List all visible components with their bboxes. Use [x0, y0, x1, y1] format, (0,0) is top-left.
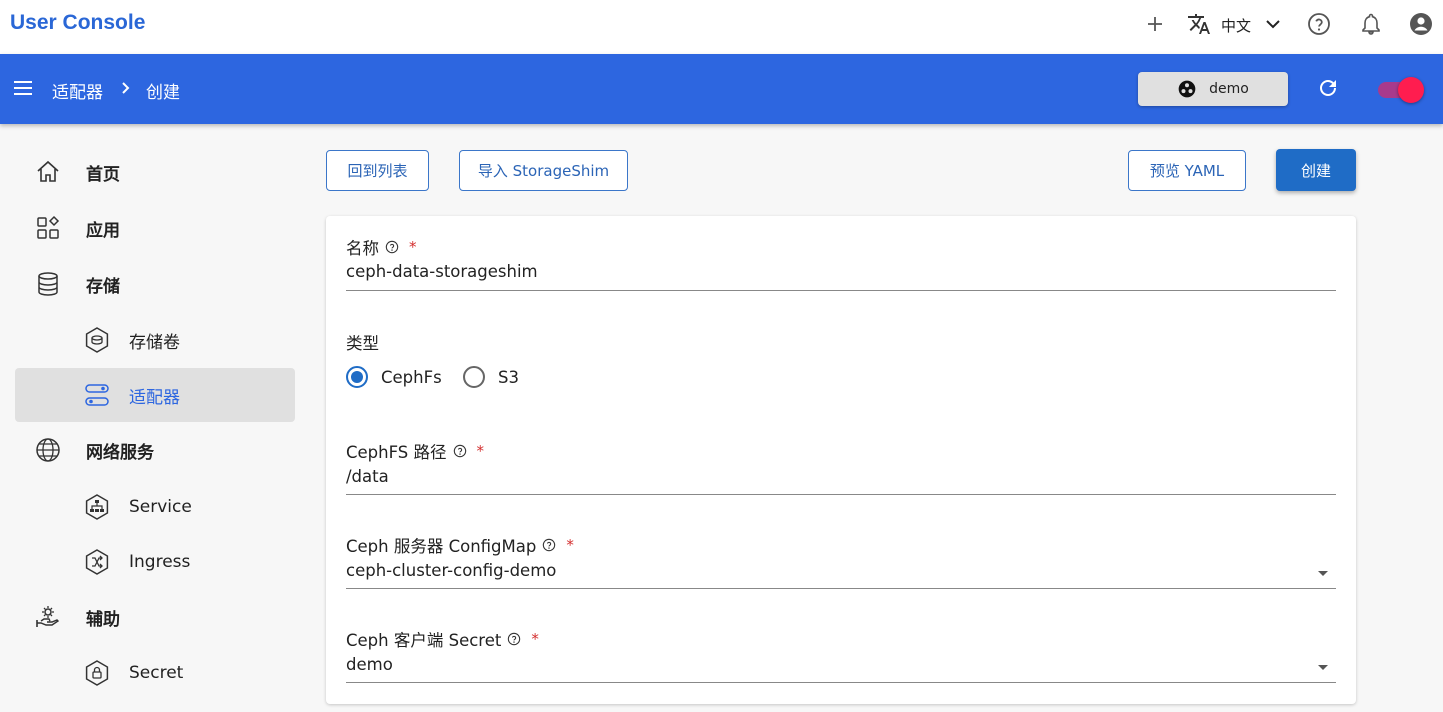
theme-toggle-thumb[interactable]	[1398, 77, 1424, 103]
form-card: 名称 * ceph-data-storageshim 类型 CephFs S3 …	[326, 216, 1356, 704]
ingress-icon	[83, 548, 111, 576]
name-field-label: 名称 *	[346, 238, 417, 258]
chevron-down-icon[interactable]	[1260, 11, 1286, 37]
cephfs-path-label: CephFS 路径 *	[346, 442, 485, 462]
globe-icon	[34, 436, 62, 464]
help-circle-icon[interactable]	[507, 632, 521, 646]
sidebar-item-home[interactable]: 首页	[15, 145, 295, 199]
sidebar-item-ingress[interactable]: Ingress	[15, 535, 295, 589]
sidebar-item-secret[interactable]: Secret	[15, 646, 295, 700]
create-button[interactable]: 创建	[1276, 149, 1356, 191]
breadcrumb-adapters[interactable]: 适配器	[52, 78, 103, 103]
help-circle-icon[interactable]	[542, 538, 556, 552]
help-circle-icon[interactable]	[453, 444, 467, 458]
configmap-underline	[346, 588, 1336, 589]
sidebar-item-adapters[interactable]: 适配器	[15, 368, 295, 422]
secret-underline	[346, 682, 1336, 683]
radio-unchecked-icon[interactable]	[463, 366, 485, 388]
account-icon[interactable]	[1408, 11, 1434, 37]
app-title[interactable]: User Console	[10, 11, 145, 35]
name-input-underline	[346, 290, 1336, 291]
cephfs-path-underline	[346, 494, 1336, 495]
sidebar-item-network[interactable]: 网络服务	[15, 423, 295, 477]
dropdown-arrow-icon[interactable]	[1316, 568, 1330, 578]
sidebar-item-service[interactable]: Service	[15, 480, 295, 534]
helper-icon	[34, 603, 62, 631]
required-mark: *	[409, 238, 417, 256]
secret-label: Ceph 客户端 Secret *	[346, 630, 539, 650]
namespace-icon	[1178, 80, 1196, 98]
header-bar: 适配器 创建 demo	[0, 54, 1443, 124]
required-mark: *	[476, 442, 485, 460]
add-icon[interactable]	[1142, 11, 1168, 37]
required-mark: *	[566, 536, 574, 554]
notification-bell-icon[interactable]	[1358, 11, 1384, 37]
namespace-selector-button[interactable]: demo	[1138, 72, 1288, 106]
name-input[interactable]: ceph-data-storageshim	[346, 262, 538, 281]
help-circle-icon[interactable]	[385, 240, 399, 254]
database-icon	[34, 270, 62, 298]
service-icon	[83, 493, 111, 521]
cephfs-path-input[interactable]: /data	[346, 467, 389, 486]
required-mark: *	[531, 630, 539, 648]
sidebar-item-storage[interactable]: 存储	[15, 257, 295, 311]
radio-checked-icon[interactable]	[346, 366, 368, 388]
type-radio-cephfs[interactable]: CephFs	[346, 366, 442, 388]
lock-icon	[83, 659, 111, 687]
apps-icon	[34, 214, 62, 242]
sidebar: 首页 应用 存储 存储卷 适配器 网络服务 Service Ingress 辅助…	[0, 124, 310, 712]
type-field-label: 类型	[346, 334, 379, 353]
top-bar: User Console 中文	[0, 0, 1443, 54]
namespace-label: demo	[1209, 81, 1249, 97]
configmap-label: Ceph 服务器 ConfigMap *	[346, 536, 574, 556]
dropdown-arrow-icon[interactable]	[1316, 662, 1330, 672]
language-selector[interactable]: 中文	[1221, 15, 1251, 36]
breadcrumb-create: 创建	[146, 83, 180, 103]
menu-icon[interactable]	[11, 76, 35, 100]
configmap-select[interactable]: ceph-cluster-config-demo	[346, 561, 556, 580]
sidebar-item-helpers[interactable]: 辅助	[15, 590, 295, 644]
back-to-list-button[interactable]: 回到列表	[326, 150, 429, 191]
sidebar-item-apps[interactable]: 应用	[15, 201, 295, 255]
sidebar-item-volumes[interactable]: 存储卷	[15, 313, 295, 367]
volume-icon	[83, 326, 111, 354]
translate-icon[interactable]	[1186, 11, 1212, 37]
chevron-right-icon	[118, 78, 134, 98]
adapter-icon	[83, 381, 111, 409]
preview-yaml-button[interactable]: 预览 YAML	[1128, 150, 1246, 191]
refresh-icon[interactable]	[1316, 76, 1340, 100]
home-icon	[34, 158, 62, 186]
import-storageshim-button[interactable]: 导入 StorageShim	[459, 150, 628, 191]
type-radio-s3[interactable]: S3	[463, 366, 519, 388]
help-icon[interactable]	[1306, 11, 1332, 37]
secret-select[interactable]: demo	[346, 655, 393, 674]
